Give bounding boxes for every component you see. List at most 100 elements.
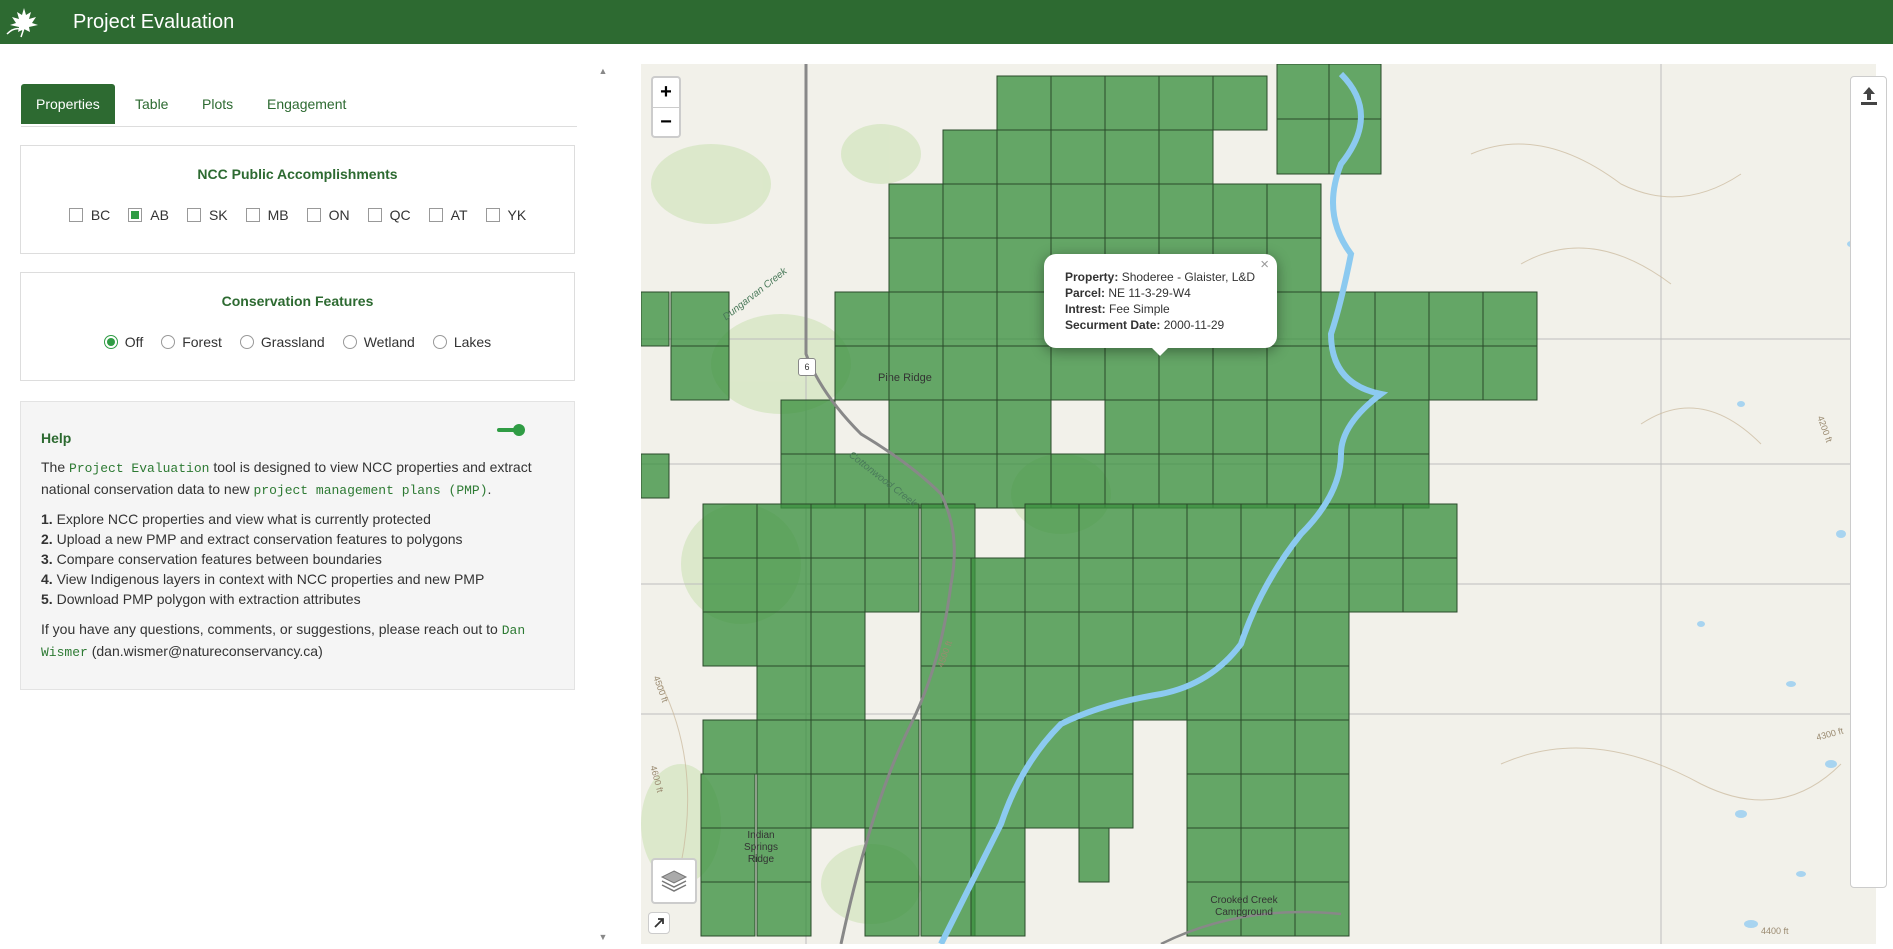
parcel-polygon[interactable] [1348,557,1404,613]
parcel-polygon[interactable] [1024,503,1080,559]
map-view[interactable]: Pine Ridge Cottonwood Creek Dungarvan Cr… [641,64,1876,944]
parcel-polygon[interactable] [1104,453,1160,509]
parcel-polygon[interactable] [996,399,1052,455]
parcel-polygon[interactable] [1078,773,1134,829]
parcel-polygon[interactable] [864,557,920,613]
parcel-polygon[interactable] [1186,773,1242,829]
parcel-polygon[interactable] [1024,665,1080,721]
radio-icon[interactable] [342,335,357,349]
checkbox-icon[interactable] [306,208,321,222]
conservation-radio-lakes[interactable]: Lakes [432,334,491,350]
parcel-polygon[interactable] [996,183,1052,239]
parcel-polygon[interactable] [1104,75,1160,131]
radio-icon[interactable] [239,335,254,349]
parcel-polygon[interactable] [970,665,1026,721]
parcel-polygon[interactable] [1428,291,1484,347]
parcel-polygon[interactable] [1050,183,1106,239]
conservation-radio-off[interactable]: Off [103,334,143,350]
province-checkbox-yk[interactable]: YK [485,207,526,223]
upload-button[interactable] [1859,85,1879,112]
parcel-polygon[interactable] [1294,773,1350,829]
expand-button[interactable] [648,912,670,934]
parcel-polygon[interactable] [1266,183,1322,239]
tab-plots[interactable]: Plots [187,84,248,124]
parcel-polygon[interactable] [1266,453,1322,509]
parcel-polygon[interactable] [888,237,944,293]
parcel-polygon[interactable] [1132,503,1188,559]
parcel-polygon[interactable] [1482,291,1538,347]
parcel-polygon[interactable] [1024,773,1080,829]
parcel-polygon[interactable] [1050,453,1106,509]
conservation-radio-wetland[interactable]: Wetland [342,334,415,350]
parcel-polygon[interactable] [810,557,866,613]
parcel-polygon[interactable] [810,611,866,667]
radio-icon[interactable] [103,335,118,349]
province-checkbox-bc[interactable]: BC [68,207,110,223]
parcel-polygon[interactable] [970,719,1026,775]
parcel-polygon[interactable] [1428,345,1484,401]
parcel-polygon[interactable] [1078,827,1110,883]
parcel-polygon[interactable] [1240,827,1296,883]
scroll-down-icon[interactable]: ▼ [598,932,608,942]
parcel-polygon[interactable] [920,719,976,775]
parcel-polygon[interactable] [702,611,758,667]
parcel-polygon[interactable] [780,453,836,509]
parcel-polygon[interactable] [756,503,812,559]
parcel-polygon[interactable] [1276,64,1330,120]
parcel-polygon[interactable] [1294,611,1350,667]
parcel-polygon[interactable] [1186,827,1242,883]
parcel-polygon[interactable] [1024,719,1080,775]
parcel-polygon[interactable] [756,557,812,613]
parcel-polygon[interactable] [1212,399,1268,455]
parcel-polygon[interactable] [700,773,756,829]
parcel-polygon[interactable] [1050,129,1106,185]
parcel-polygon[interactable] [1078,503,1134,559]
parcel-polygon[interactable] [756,665,812,721]
radio-icon[interactable] [432,335,447,349]
parcel-polygon[interactable] [1276,118,1330,175]
parcel-polygon[interactable] [1104,129,1160,185]
parcel-polygon[interactable] [1158,399,1214,455]
parcel-polygon[interactable] [996,129,1052,185]
help-toggle[interactable] [497,423,527,437]
parcel-polygon[interactable] [641,453,670,499]
parcel-polygon[interactable] [942,237,998,293]
parcel-polygon[interactable] [1050,75,1106,131]
parcel-polygon[interactable] [996,291,1052,347]
parcel-polygon[interactable] [1186,503,1242,559]
parcel-polygon[interactable] [1132,611,1188,667]
checkbox-icon[interactable] [485,208,500,222]
parcel-polygon[interactable] [641,291,670,347]
province-checkbox-on[interactable]: ON [306,207,350,223]
parcel-polygon[interactable] [1374,291,1430,347]
parcel-polygon[interactable] [996,345,1052,401]
checkbox-icon[interactable] [128,208,143,222]
parcel-polygon[interactable] [810,719,866,775]
parcel-polygon[interactable] [942,183,998,239]
parcel-polygon[interactable] [888,399,944,455]
parcel-polygon[interactable] [780,399,836,455]
parcel-polygon[interactable] [864,827,920,883]
zoom-out-button[interactable]: − [653,108,679,137]
parcel-polygon[interactable] [700,881,756,937]
parcel-polygon[interactable] [1294,827,1350,883]
parcel-polygon[interactable] [1024,557,1080,613]
tab-engagement[interactable]: Engagement [252,84,361,124]
parcel-polygon[interactable] [1402,503,1458,559]
parcel-polygon[interactable] [1482,345,1538,401]
parcel-polygon[interactable] [888,291,944,347]
parcel-polygon[interactable] [970,557,1026,613]
parcel-polygon[interactable] [1186,557,1242,613]
parcel-polygon[interactable] [1212,183,1268,239]
parcel-polygon[interactable] [834,291,890,347]
parcel-polygon[interactable] [920,773,976,829]
checkbox-icon[interactable] [68,208,83,222]
parcel-polygon[interactable] [1212,453,1268,509]
parcel-polygon[interactable] [1294,665,1350,721]
parcel-polygon[interactable] [970,611,1026,667]
zoom-in-button[interactable]: + [653,78,679,108]
scroll-up-icon[interactable]: ▲ [598,66,608,76]
parcel-polygon[interactable] [1374,453,1430,509]
parcel-polygon[interactable] [756,881,812,937]
layers-button[interactable] [651,858,697,904]
